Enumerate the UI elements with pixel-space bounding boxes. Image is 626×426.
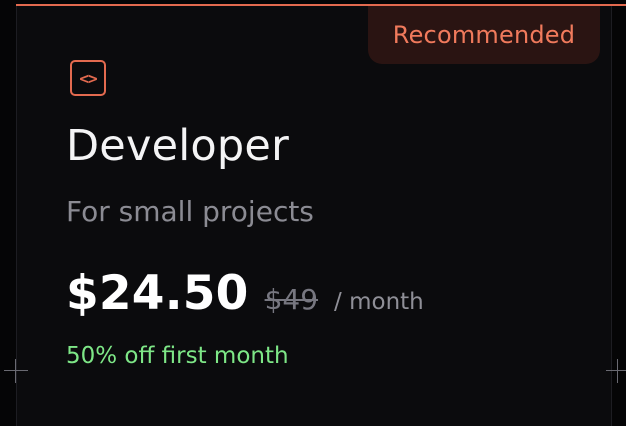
left-crosshair-icon [4, 359, 28, 383]
original-price: $49 [264, 283, 319, 316]
pricing-card-stage: Recommended <> Developer For small proje… [0, 0, 626, 426]
promo-text: 50% off first month [66, 343, 289, 369]
plan-price: $24.50 [66, 266, 249, 321]
recommended-label: Recommended [392, 21, 576, 49]
price-row: $24.50 $49 / month [66, 262, 424, 326]
right-crosshair-icon [606, 359, 626, 383]
plan-description: For small projects [66, 195, 314, 228]
code-icon: <> [70, 60, 106, 96]
plan-title: Developer [66, 121, 289, 171]
recommended-badge: Recommended [368, 6, 600, 64]
billing-period: / month [334, 289, 424, 315]
